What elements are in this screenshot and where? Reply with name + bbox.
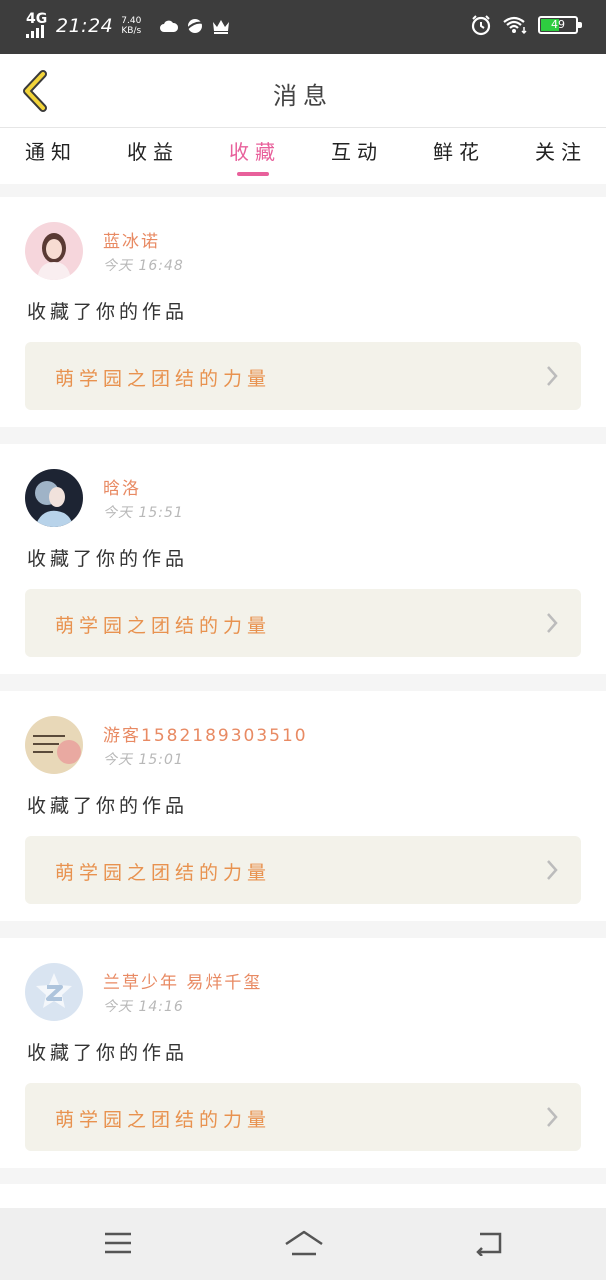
back-icon <box>476 1232 502 1256</box>
weather-icon <box>160 20 179 32</box>
work-link[interactable]: 萌学园之团结的力量 <box>25 589 581 657</box>
avatar[interactable] <box>25 222 83 280</box>
message-action: 收藏了你的作品 <box>27 1042 189 1064</box>
user-name[interactable]: 兰草少年 易烊千玺 <box>103 968 262 993</box>
network-speed: 7.40 KB/s <box>121 16 141 36</box>
avatar[interactable] <box>25 716 83 774</box>
battery-level: 49 <box>551 18 565 31</box>
page-title: 消息 <box>273 82 333 110</box>
message-time: 今天 15:01 <box>103 752 184 768</box>
message-action: 收藏了你的作品 <box>27 548 189 570</box>
speed-value: 7.40 <box>121 16 142 26</box>
tab-favorites[interactable]: 收藏 <box>215 136 295 165</box>
message-action: 收藏了你的作品 <box>27 301 189 323</box>
menu-button[interactable] <box>98 1226 138 1260</box>
alarm-icon <box>471 15 491 36</box>
message-card: 游客1582189303510 今天 15:01 收藏了你的作品 萌学园之团结的… <box>0 691 606 921</box>
menu-icon <box>105 1232 131 1254</box>
wifi-icon <box>503 16 527 35</box>
home-icon <box>285 1230 323 1256</box>
tab-bar: 通知 收益 收藏 互动 鲜花 关注 <box>0 128 606 184</box>
chevron-right-icon <box>547 366 558 386</box>
user-name[interactable]: 游客1582189303510 <box>103 721 308 746</box>
header: 消息 <box>0 54 606 128</box>
work-link[interactable]: 萌学园之团结的力量 <box>25 1083 581 1151</box>
chevron-right-icon <box>547 860 558 880</box>
tab-notifications[interactable]: 通知 <box>11 136 91 165</box>
message-action: 收藏了你的作品 <box>27 795 189 817</box>
message-card: 兰草少年 易烊千玺 今天 14:16 收藏了你的作品 萌学园之团结的力量 <box>0 938 606 1168</box>
back-nav-button[interactable] <box>468 1226 508 1260</box>
avatar[interactable] <box>25 469 83 527</box>
work-link[interactable]: 萌学园之团结的力量 <box>25 836 581 904</box>
tab-flowers[interactable]: 鲜花 <box>419 136 499 165</box>
message-card: 晗洛 今天 15:51 收藏了你的作品 萌学园之团结的力量 <box>0 444 606 674</box>
tab-following[interactable]: 关注 <box>521 136 601 165</box>
work-title: 萌学园之团结的力量 <box>55 1109 272 1131</box>
work-title: 萌学园之团结的力量 <box>55 615 272 637</box>
battery-icon: 49 <box>538 16 582 34</box>
work-title: 萌学园之团结的力量 <box>55 862 272 884</box>
message-time: 今天 16:48 <box>103 258 184 274</box>
signal-icon: 4G <box>26 12 48 40</box>
speed-unit: KB/s <box>121 26 142 36</box>
message-card: 蓝冰诺 今天 16:48 收藏了你的作品 萌学园之团结的力量 <box>0 197 606 427</box>
message-card-partial <box>0 1184 606 1208</box>
chevron-right-icon <box>547 1107 558 1127</box>
crown-icon <box>213 20 230 34</box>
user-name[interactable]: 蓝冰诺 <box>103 227 160 252</box>
tab-earnings[interactable]: 收益 <box>113 136 193 165</box>
avatar[interactable] <box>25 963 83 1021</box>
active-tab-indicator <box>237 172 269 176</box>
user-name[interactable]: 晗洛 <box>103 474 141 499</box>
system-nav-bar <box>0 1208 606 1280</box>
chevron-right-icon <box>547 613 558 633</box>
tab-interactions[interactable]: 互动 <box>317 136 397 165</box>
message-time: 今天 14:16 <box>103 999 184 1015</box>
status-bar: 4G 21:24 7.40 KB/s 49 <box>0 0 606 54</box>
work-link[interactable]: 萌学园之团结的力量 <box>25 342 581 410</box>
home-button[interactable] <box>280 1226 328 1260</box>
work-title: 萌学园之团结的力量 <box>55 368 272 390</box>
message-time: 今天 15:51 <box>103 505 184 521</box>
status-time: 21:24 <box>56 15 114 37</box>
planet-icon <box>186 19 204 33</box>
